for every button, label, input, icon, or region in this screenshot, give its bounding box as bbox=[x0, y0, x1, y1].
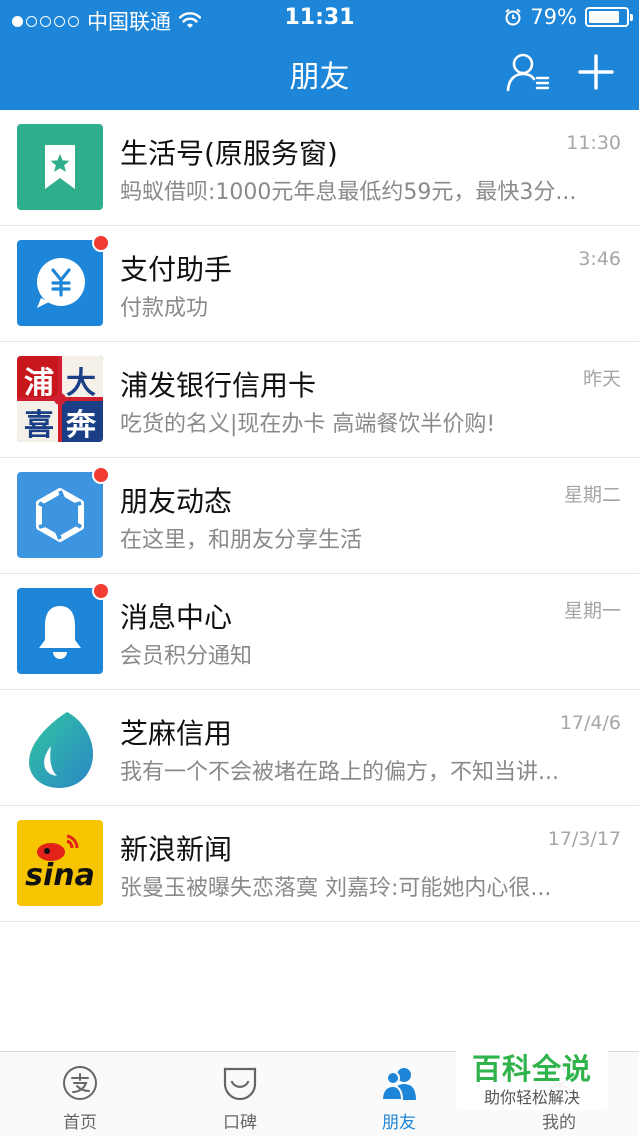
conversation-time: 17/3/17 bbox=[547, 828, 621, 850]
contacts-icon[interactable] bbox=[506, 52, 550, 92]
avatar-char-3: 喜 bbox=[24, 408, 54, 442]
conversation-title: 支付助手 bbox=[120, 253, 233, 286]
tab-koubei[interactable]: 口碑 bbox=[160, 1052, 320, 1136]
battery-percent: 79% bbox=[530, 5, 577, 29]
tab-label: 口碑 bbox=[223, 1113, 257, 1133]
conversation-title: 消息中心 bbox=[120, 601, 233, 634]
conversation-preview: 吃货的名义|现在办卡 高端餐饮半价购! bbox=[120, 412, 496, 437]
yen-bubble-icon bbox=[17, 234, 110, 326]
tab-label: 首页 bbox=[63, 1113, 97, 1133]
battery-icon bbox=[585, 7, 633, 27]
conversation-row-sina[interactable]: sina 新浪新闻 张曼玉被曝失恋落寞 刘嘉玲:可能她内心很... 17/3/1… bbox=[0, 806, 639, 922]
avatar-char-2: 大 bbox=[66, 366, 96, 401]
bookmark-star-icon bbox=[17, 124, 103, 210]
conversation-title: 生活号(原服务窗) bbox=[120, 137, 338, 170]
conversation-preview: 我有一个不会被堵在路上的偏方，不知当讲... bbox=[120, 760, 559, 785]
conversation-row-messages[interactable]: 消息中心 会员积分通知 星期一 bbox=[0, 574, 639, 690]
watermark-subtitle: 助你轻松解决 bbox=[483, 1088, 580, 1107]
conversation-preview: 会员积分通知 bbox=[120, 644, 253, 669]
status-right: 79% bbox=[504, 5, 633, 29]
conversation-time: 星期二 bbox=[563, 484, 621, 506]
conversation-list: 生活号(原服务窗) 蚂蚁借呗:1000元年息最低约59元，最快3分... 11:… bbox=[0, 110, 639, 922]
conversation-row-moments[interactable]: 朋友动态 在这里，和朋友分享生活 星期二 bbox=[0, 458, 639, 574]
conversation-time: 星期一 bbox=[563, 600, 621, 622]
conversation-row-sesame[interactable]: 芝麻信用 我有一个不会被堵在路上的偏方，不知当讲... 17/4/6 bbox=[0, 690, 639, 806]
sina-logo: sina bbox=[17, 820, 103, 906]
conversation-time: 11:30 bbox=[566, 132, 621, 154]
conversation-row-spdb[interactable]: 浦 大 喜 奔 浦发银行信用卡 吃货的名义|现在办卡 高端餐饮半价购! 昨天 bbox=[0, 342, 639, 458]
unread-badge bbox=[92, 582, 110, 600]
conversation-preview: 张曼玉被曝失恋落寞 刘嘉玲:可能她内心很... bbox=[120, 876, 552, 901]
app-header: 中国联通 11:31 79% 朋友 bbox=[0, 0, 639, 110]
conversation-row-life[interactable]: 生活号(原服务窗) 蚂蚁借呗:1000元年息最低约59元，最快3分... 11:… bbox=[0, 110, 639, 226]
friends-icon bbox=[380, 1068, 416, 1101]
conversation-time: 昨天 bbox=[582, 368, 621, 390]
sina-logo-text: sina bbox=[25, 858, 95, 893]
spdb-promo-image: 浦 大 喜 奔 bbox=[17, 356, 103, 442]
tab-label: 朋友 bbox=[382, 1113, 416, 1133]
alipay-icon bbox=[63, 1066, 97, 1100]
conversation-time: 17/4/6 bbox=[559, 712, 621, 734]
conversation-preview: 付款成功 bbox=[120, 296, 209, 321]
status-bar: 中国联通 11:31 79% bbox=[0, 0, 639, 36]
alarm-icon bbox=[505, 8, 521, 26]
tab-friends[interactable]: 朋友 bbox=[319, 1052, 479, 1136]
unread-badge bbox=[92, 234, 110, 252]
conversation-title: 芝麻信用 bbox=[120, 717, 233, 750]
conversation-title: 朋友动态 bbox=[120, 485, 233, 518]
avatar-char-1: 浦 bbox=[24, 366, 54, 401]
conversation-time: 3:46 bbox=[578, 248, 621, 270]
unread-badge bbox=[92, 466, 110, 484]
tab-label: 我的 bbox=[542, 1113, 576, 1133]
avatar-char-4: 奔 bbox=[66, 408, 96, 442]
aperture-icon bbox=[17, 466, 110, 558]
koubei-icon bbox=[223, 1067, 257, 1101]
sesame-drop-icon bbox=[17, 704, 103, 790]
conversation-title: 新浪新闻 bbox=[120, 833, 233, 866]
conversation-title: 浦发银行信用卡 bbox=[120, 369, 317, 402]
conversation-preview: 在这里，和朋友分享生活 bbox=[120, 528, 363, 553]
watermark: 百科全说 助你轻松解决 bbox=[456, 1040, 608, 1110]
bell-icon bbox=[17, 582, 110, 674]
add-icon[interactable] bbox=[578, 54, 614, 90]
conversation-preview: 蚂蚁借呗:1000元年息最低约59元，最快3分... bbox=[120, 180, 577, 205]
tab-home[interactable]: 首页 bbox=[0, 1052, 160, 1136]
watermark-title: 百科全说 bbox=[471, 1052, 592, 1086]
conversation-row-payment[interactable]: 支付助手 付款成功 3:46 bbox=[0, 226, 639, 342]
